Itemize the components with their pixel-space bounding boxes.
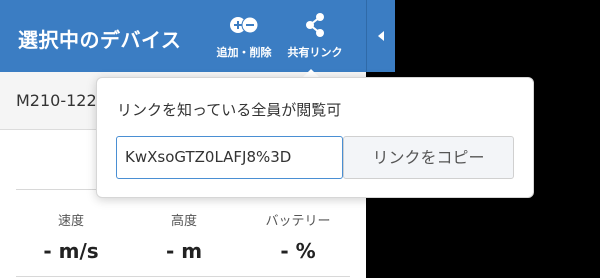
add-remove-label: 追加・削除: [216, 46, 272, 59]
page-title: 選択中のデバイス: [18, 28, 182, 52]
collapse-panel-button[interactable]: [366, 0, 395, 72]
stat-altitude-value: - m: [165, 239, 203, 263]
add-remove-button[interactable]: 追加・削除: [211, 12, 277, 64]
panel-header: 選択中のデバイス 追加・削除 共有リンク: [0, 0, 366, 72]
stat-battery: バッテリー - %: [248, 210, 348, 263]
stat-speed: 速度 - m/s: [21, 210, 121, 263]
device-name: M210-122: [16, 91, 97, 110]
share-link-popover: リンクを知っている全員が閲覧可 KwXsoGTZ0LAFJ8%3D リンクをコピ…: [96, 77, 534, 198]
share-link-label: 共有リンク: [287, 46, 343, 59]
stat-speed-label: 速度: [57, 214, 84, 229]
share-link-button[interactable]: 共有リンク: [282, 12, 348, 64]
popover-title: リンクを知っている全員が閲覧可: [117, 101, 342, 119]
stat-battery-label: バッテリー: [265, 214, 331, 229]
copy-link-button[interactable]: リンクをコピー: [343, 136, 514, 179]
add-remove-icon: [230, 16, 259, 34]
stat-altitude-label: 高度: [170, 214, 197, 229]
share-link-input[interactable]: KwXsoGTZ0LAFJ8%3D: [116, 136, 343, 179]
chevron-left-icon: [378, 31, 384, 41]
stat-speed-value: - m/s: [43, 239, 99, 263]
stat-battery-value: - %: [280, 239, 316, 263]
divider: [16, 276, 350, 277]
stat-altitude: 高度 - m: [134, 210, 234, 263]
share-icon: [306, 13, 324, 37]
